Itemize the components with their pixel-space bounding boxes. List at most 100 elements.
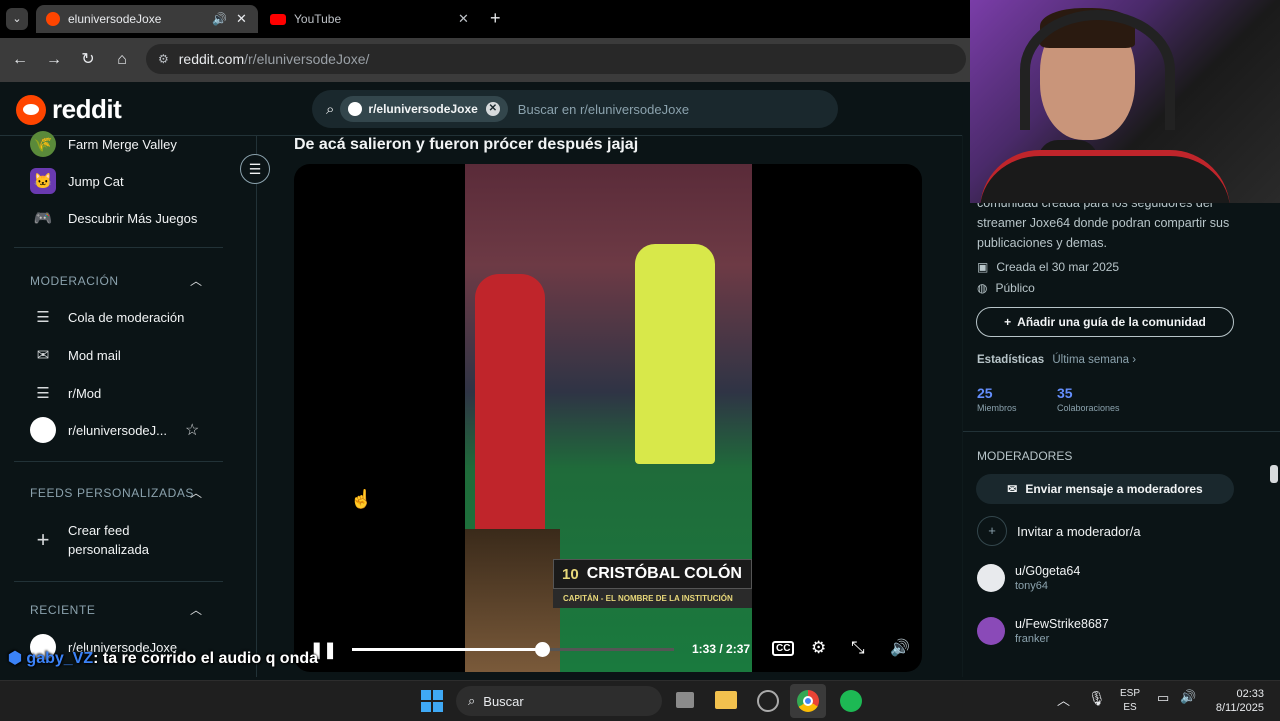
- tab-eluniversodejoxe[interactable]: eluniversodeJoxe 🔊 ✕: [36, 5, 258, 33]
- search-icon: ⌕: [326, 100, 335, 118]
- moderator-flair: tony64: [1015, 580, 1049, 592]
- search-bar[interactable]: ⌕ r/eluniversodeJoxe ✕ Buscar en r/eluni…: [312, 90, 838, 128]
- collapse-sidebar-button[interactable]: ☰: [240, 154, 270, 184]
- file-explorer-icon[interactable]: [715, 691, 737, 709]
- scrollbar-thumb[interactable]: [1270, 465, 1278, 483]
- stats-row[interactable]: Estadísticas Última semana ›: [977, 354, 1136, 366]
- moderator-username: u/FewStrike8687: [1015, 617, 1109, 631]
- forward-icon[interactable]: →: [44, 50, 64, 70]
- network-icon[interactable]: ▭: [1157, 690, 1169, 706]
- sidebar-item-mod-mail[interactable]: ✉ Mod mail: [30, 343, 121, 367]
- windows-start-icon[interactable]: [421, 690, 443, 712]
- divider: [14, 247, 223, 248]
- add-community-guide-button[interactable]: + Añadir una guía de la comunidad: [976, 307, 1234, 337]
- video-player[interactable]: 10 CRISTÓBAL COLÓN CAPITÁN - EL NOMBRE D…: [294, 164, 922, 672]
- chrome-icon[interactable]: [790, 684, 826, 718]
- search-placeholder: Buscar en r/eluniversodeJoxe: [517, 101, 690, 117]
- sidebar-item-discover-games[interactable]: 🎮 Descubrir Más Juegos: [30, 206, 198, 230]
- post-title[interactable]: De acá salieron y fueron prócer después …: [294, 136, 638, 154]
- progress-bar[interactable]: [352, 642, 674, 657]
- chip-clear-icon[interactable]: ✕: [485, 102, 500, 116]
- volume-icon[interactable]: 🔊: [890, 638, 910, 658]
- fullscreen-icon[interactable]: ⤡: [851, 638, 865, 658]
- sidebar-item-create-feed[interactable]: + Crear feed personalizada: [30, 521, 158, 559]
- settings-gear-icon[interactable]: ⚙: [811, 638, 826, 658]
- avatar: [977, 617, 1005, 645]
- list-icon: ☰: [36, 385, 50, 402]
- tab-label: YouTube: [294, 12, 342, 26]
- message-moderators-button[interactable]: ✉ Enviar mensaje a moderadores: [976, 474, 1234, 504]
- tab-close-icon[interactable]: ✕: [458, 11, 469, 27]
- divider: [14, 581, 223, 582]
- contributions-value: 35: [1057, 385, 1073, 401]
- captions-icon[interactable]: CC: [772, 641, 795, 656]
- sidebar-item-eluniversodejoxe[interactable]: r/eluniversodeJ...: [30, 417, 167, 443]
- url-host: reddit.com: [178, 51, 245, 67]
- app-icon[interactable]: [757, 690, 779, 712]
- language-indicator[interactable]: ESP ES: [1120, 687, 1140, 715]
- sidebar-item-label: r/eluniversodeJ...: [68, 422, 167, 438]
- members-label: Miembros: [977, 403, 1017, 413]
- sidebar-item-label: Descubrir Más Juegos: [68, 210, 198, 226]
- volume-tray-icon[interactable]: 🔊: [1180, 689, 1196, 705]
- community-avatar-icon: [30, 417, 56, 443]
- player-figure: [475, 274, 545, 534]
- sidebar-item-label: Cola de moderación: [68, 309, 185, 325]
- chat-badge-icon: ⬢: [8, 650, 22, 667]
- address-bar[interactable]: ⚙ reddit.com/r/eluniversodeJoxe/: [146, 44, 966, 74]
- moderation-header[interactable]: MODERACIÓN: [30, 274, 119, 288]
- sidebar-item-mod-queue[interactable]: ☰ Cola de moderación: [30, 305, 184, 329]
- created-row: ▣ Creada el 30 mar 2025: [977, 260, 1119, 274]
- contributions-label: Colaboraciones: [1057, 403, 1120, 413]
- video-frame: 10 CRISTÓBAL COLÓN CAPITÁN - EL NOMBRE D…: [465, 164, 752, 672]
- clock[interactable]: 02:33 8/11/2025: [1206, 687, 1264, 715]
- tab-close-icon[interactable]: ✕: [236, 11, 247, 27]
- microphone-tray-icon[interactable]: 🎙: [1088, 690, 1106, 707]
- reload-icon[interactable]: ↻: [78, 50, 98, 70]
- sidebar-item-r-mod[interactable]: ☰ r/Mod: [30, 381, 101, 405]
- message-mods-label: Enviar mensaje a moderadores: [1025, 482, 1203, 496]
- queue-icon: ☰: [36, 309, 50, 326]
- clock-date: 8/11/2025: [1215, 702, 1264, 714]
- reddit-snoo-icon: [16, 94, 46, 125]
- chevron-up-icon[interactable]: ︿: [190, 601, 202, 618]
- site-info-icon[interactable]: ⚙: [158, 52, 169, 66]
- referee-figure: [635, 244, 715, 464]
- progress-handle[interactable]: [534, 642, 550, 657]
- sidebar-item-jump-cat[interactable]: 🐱 Jump Cat: [30, 168, 124, 194]
- community-info-panel: comunidad creada para los seguidores del…: [962, 135, 1280, 677]
- reddit-logo[interactable]: reddit: [16, 94, 122, 125]
- plus-icon: +: [36, 527, 50, 552]
- star-icon[interactable]: ☆: [185, 420, 199, 440]
- visibility-row: ◍ Público: [977, 281, 1035, 295]
- tab-search-button[interactable]: ⌄: [6, 8, 28, 30]
- taskbar-search-label: Buscar: [483, 693, 524, 709]
- chevron-up-icon[interactable]: ︿: [1057, 690, 1070, 709]
- mail-icon: ✉: [36, 347, 50, 364]
- taskbar-search[interactable]: ⌕ Buscar: [456, 686, 662, 716]
- divider: [963, 431, 1280, 432]
- new-tab-button[interactable]: +: [490, 8, 501, 29]
- recent-header[interactable]: RECIENTE: [30, 603, 95, 617]
- back-icon[interactable]: ←: [10, 50, 30, 70]
- search-community-chip[interactable]: r/eluniversodeJoxe ✕: [340, 96, 508, 122]
- invite-mod-button[interactable]: + Invitar a moderador/a: [977, 516, 1141, 546]
- chevron-up-icon[interactable]: ︿: [190, 484, 202, 501]
- moderator-row[interactable]: u/FewStrike8687 franker: [977, 617, 1109, 645]
- clock-time: 02:33: [1236, 688, 1264, 700]
- add-guide-label: Añadir una guía de la comunidad: [1017, 315, 1206, 329]
- sidebar-item-farm-merge-valley[interactable]: 🌾 Farm Merge Valley: [30, 131, 177, 157]
- task-view-icon[interactable]: [676, 692, 694, 708]
- sidebar-item-label: r/Mod: [68, 385, 102, 401]
- video-controls: ❚❚ 1:33 / 2:37 CC ⚙ ⤡ 🔊: [294, 634, 922, 672]
- plus-circle-icon: +: [977, 516, 1007, 546]
- speaker-icon: 🔊: [212, 12, 227, 26]
- custom-feeds-header[interactable]: FEEDS PERSONALIZADAS: [30, 486, 194, 500]
- home-icon[interactable]: ⌂: [112, 50, 132, 70]
- chevron-up-icon[interactable]: ︿: [190, 272, 202, 289]
- game-icon: 🌾: [30, 131, 56, 157]
- divider: [14, 461, 223, 462]
- moderator-row[interactable]: u/G0geta64 tony64: [977, 564, 1080, 592]
- tab-youtube[interactable]: YouTube ✕: [262, 5, 478, 33]
- spotify-icon[interactable]: [840, 690, 862, 712]
